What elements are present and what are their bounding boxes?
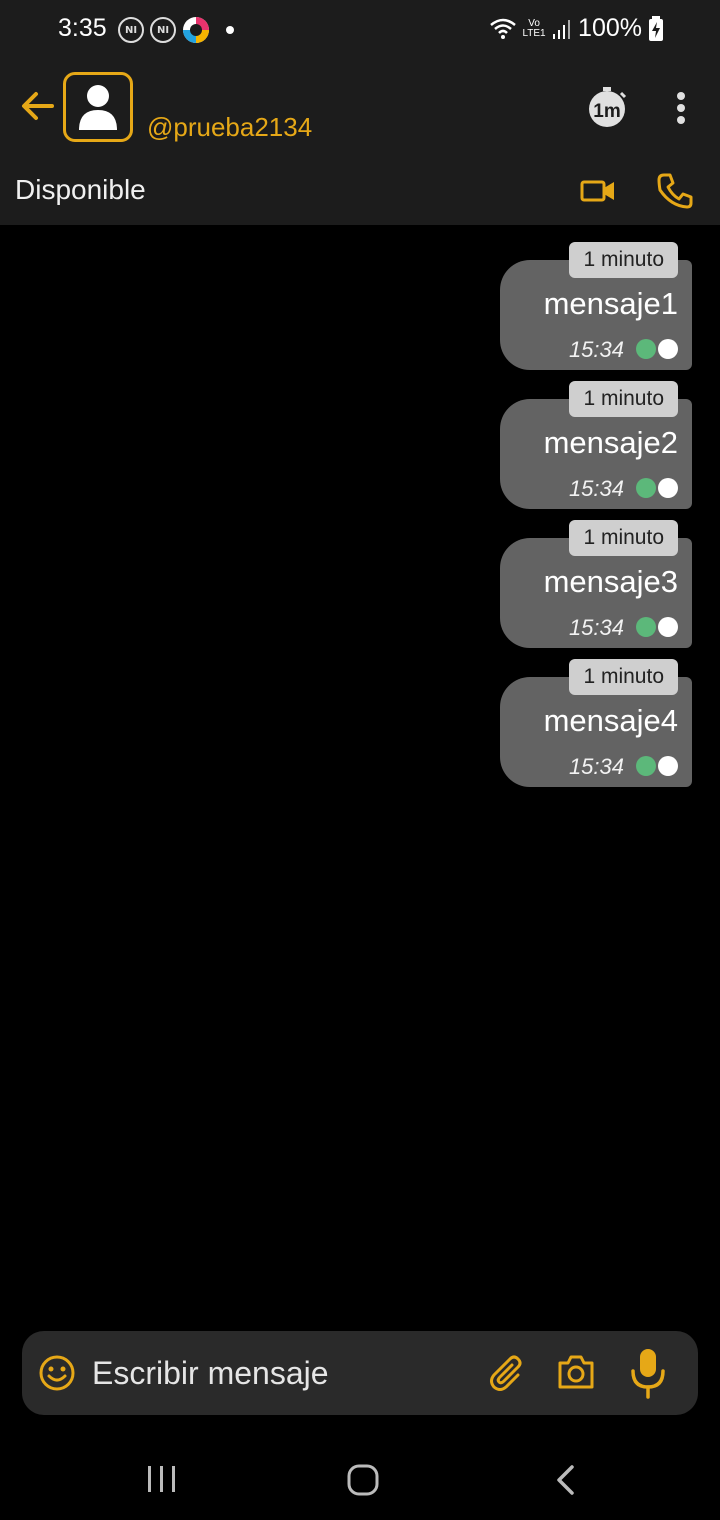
ttl-badge: 1 minuto bbox=[569, 381, 678, 417]
message-input[interactable] bbox=[92, 1349, 472, 1397]
message-list[interactable]: 1 minuto mensaje1 15:34 1 minuto mensaje… bbox=[0, 225, 720, 1315]
emoji-icon[interactable] bbox=[38, 1354, 76, 1392]
wifi-icon bbox=[490, 18, 516, 39]
timer-label: 1m bbox=[593, 101, 620, 122]
camera-icon[interactable] bbox=[556, 1353, 596, 1391]
chat-header: @prueba2134 1m Disponible bbox=[0, 60, 720, 225]
ttl-badge: 1 minuto bbox=[569, 520, 678, 556]
message-item[interactable]: 1 minuto mensaje3 15:34 bbox=[500, 520, 692, 648]
read-receipt-icon bbox=[636, 756, 678, 776]
ni-icon: NI bbox=[150, 17, 176, 43]
home-icon[interactable] bbox=[346, 1464, 380, 1496]
message-time: 15:34 bbox=[568, 337, 624, 362]
message-item[interactable]: 1 minuto mensaje1 15:34 bbox=[500, 242, 692, 370]
signal-icon bbox=[553, 19, 571, 39]
message-composer bbox=[22, 1331, 698, 1415]
message-text: mensaje1 bbox=[543, 286, 678, 321]
battery-icon bbox=[649, 15, 663, 41]
message-item[interactable]: 1 minuto mensaje4 15:34 bbox=[500, 659, 692, 787]
person-icon bbox=[79, 85, 117, 130]
message-time: 15:34 bbox=[568, 476, 624, 501]
recent-apps-icon[interactable] bbox=[144, 1464, 180, 1494]
ttl-badge: 1 minuto bbox=[569, 659, 678, 695]
message-time: 15:34 bbox=[568, 754, 624, 779]
status-time: 3:35 bbox=[58, 14, 107, 42]
ttl-badge: 1 minuto bbox=[569, 242, 678, 278]
system-nav-bar bbox=[0, 1430, 720, 1520]
ni-icon: NI bbox=[118, 17, 144, 43]
avatar[interactable] bbox=[63, 72, 133, 142]
read-receipt-icon bbox=[636, 478, 678, 498]
attachment-icon[interactable] bbox=[488, 1353, 528, 1393]
battery-percent: 100% bbox=[578, 14, 642, 42]
read-receipt-icon bbox=[636, 339, 678, 359]
message-text: mensaje2 bbox=[543, 425, 678, 460]
presence-status: Disponible bbox=[15, 174, 146, 205]
microphone-icon[interactable] bbox=[628, 1347, 668, 1399]
more-options-icon[interactable] bbox=[664, 88, 698, 128]
message-time: 15:34 bbox=[568, 615, 624, 640]
self-destruct-timer-icon[interactable]: 1m bbox=[586, 86, 628, 128]
phone-call-icon[interactable] bbox=[656, 172, 694, 210]
notification-icons: NI NI bbox=[118, 16, 234, 44]
message-item[interactable]: 1 minuto mensaje2 15:34 bbox=[500, 381, 692, 509]
nav-back-icon[interactable] bbox=[552, 1464, 578, 1496]
notification-dot bbox=[226, 26, 234, 34]
status-bar: 3:35 NI NI Vo LTE1 100% bbox=[0, 0, 720, 60]
read-receipt-icon bbox=[636, 617, 678, 637]
message-text: mensaje3 bbox=[543, 564, 678, 599]
network-label: Vo LTE1 bbox=[522, 17, 546, 39]
back-arrow-icon[interactable] bbox=[18, 86, 58, 126]
message-text: mensaje4 bbox=[543, 703, 678, 738]
contact-username[interactable]: @prueba2134 bbox=[147, 112, 312, 143]
video-call-icon[interactable] bbox=[580, 174, 616, 208]
status-right: Vo LTE1 100% bbox=[490, 14, 664, 43]
app-icon bbox=[183, 17, 209, 43]
